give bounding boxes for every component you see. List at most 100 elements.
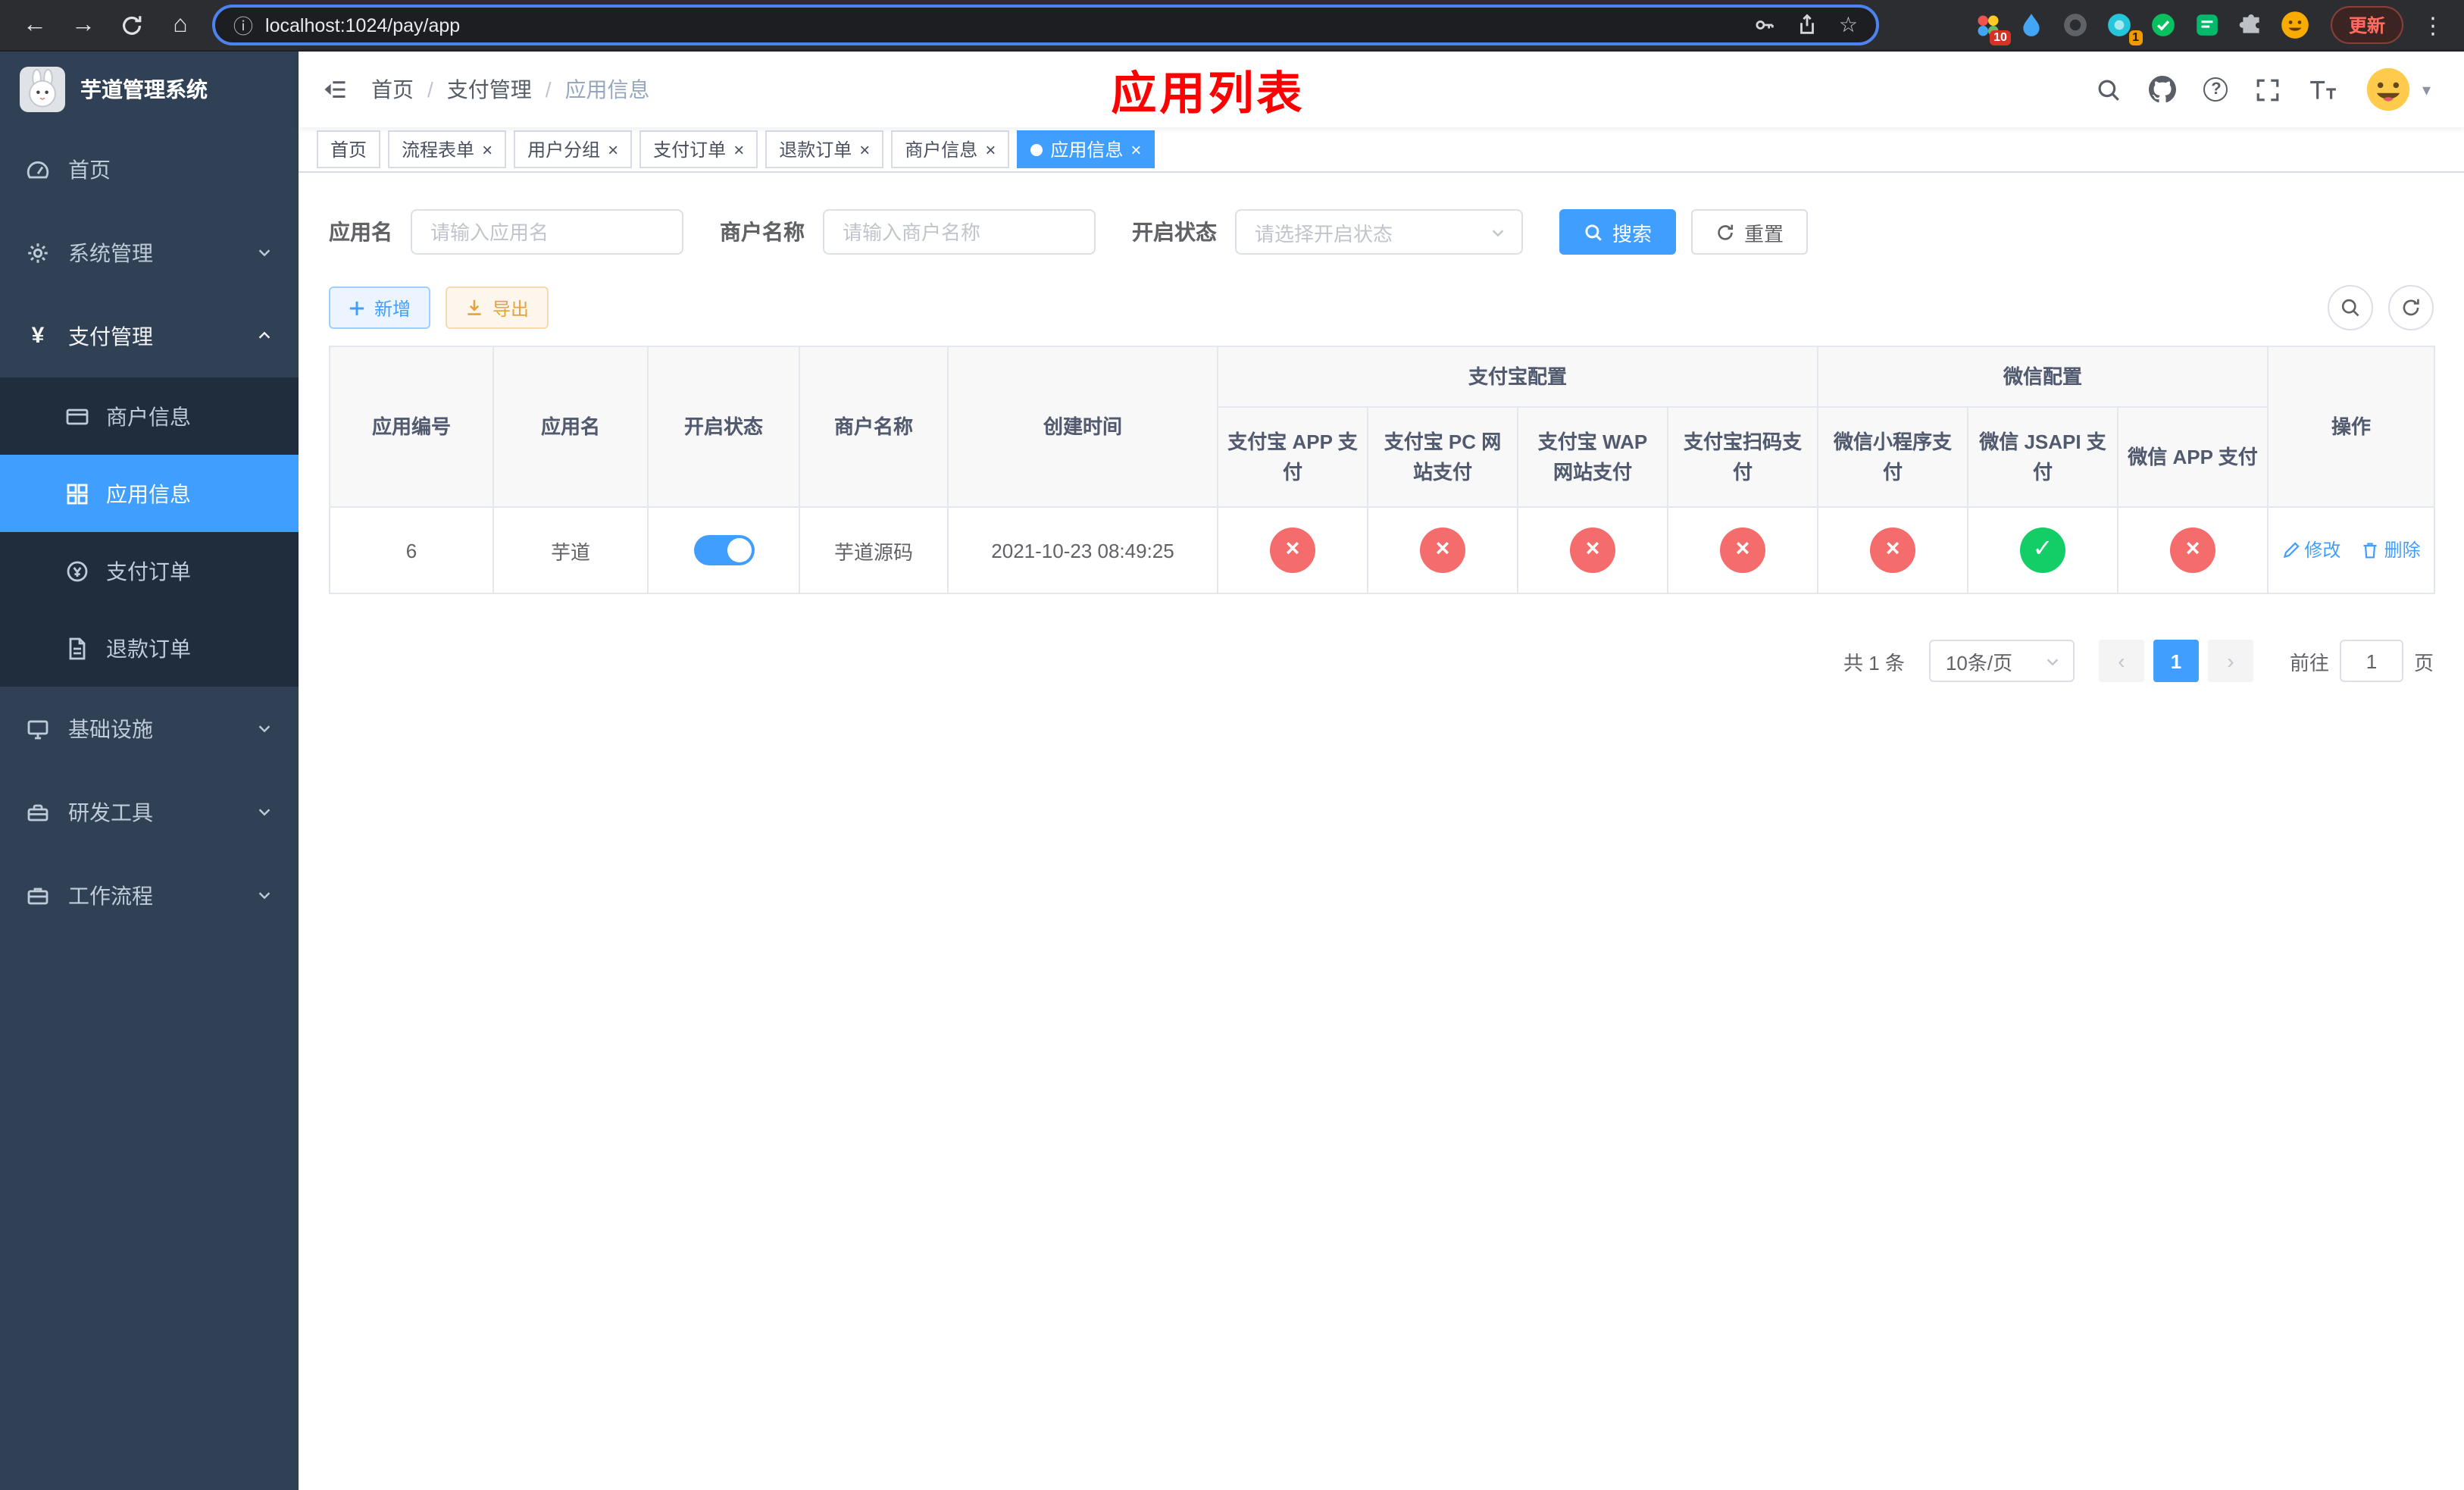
sidebar-item-label: 应用信息 bbox=[106, 481, 191, 506]
user-avatar-menu[interactable]: ▾ bbox=[2351, 67, 2446, 112]
cell-alipay-app: × bbox=[1217, 506, 1368, 594]
reset-button[interactable]: 重置 bbox=[1691, 209, 1809, 255]
delete-button[interactable]: 删除 bbox=[2362, 537, 2421, 563]
extension-dark-icon[interactable] bbox=[2061, 10, 2091, 40]
blue-drop-icon bbox=[2024, 14, 2040, 36]
tab-process-form[interactable]: 流程表单 × bbox=[388, 130, 507, 168]
table-row: 6 芋道 芋道源码 2021-10-23 08:49:25 × × × × × … bbox=[329, 506, 2436, 594]
header-search-button[interactable] bbox=[2083, 52, 2136, 127]
forward-button[interactable]: → bbox=[64, 5, 103, 45]
tab-close-icon[interactable]: × bbox=[733, 140, 744, 158]
extension-blue-icon[interactable] bbox=[2017, 10, 2047, 40]
page-number-button[interactable]: 1 bbox=[2153, 640, 2199, 682]
briefcase-icon bbox=[26, 883, 50, 907]
sidebar-item-home[interactable]: 首页 bbox=[0, 127, 299, 211]
toggle-search-button[interactable] bbox=[2328, 285, 2373, 330]
cross-circle-icon: × bbox=[1270, 527, 1315, 573]
help-button[interactable]: ? bbox=[2190, 52, 2242, 127]
goto-page-input[interactable] bbox=[2339, 640, 2403, 682]
reload-button[interactable] bbox=[112, 5, 152, 45]
app-name-input[interactable] bbox=[411, 209, 683, 255]
dark-circle-icon bbox=[2065, 14, 2087, 36]
github-link[interactable] bbox=[2136, 52, 2190, 127]
tab-close-icon[interactable]: × bbox=[482, 140, 492, 158]
font-size-icon bbox=[2311, 80, 2337, 99]
sidebar-logo[interactable]: 芋道管理系统 bbox=[0, 52, 299, 127]
merchant-name-label: 商户名称 bbox=[720, 220, 805, 244]
extension-teal-icon[interactable]: 1 bbox=[2105, 10, 2143, 45]
site-info-icon[interactable]: ⓘ bbox=[233, 11, 253, 39]
browser-profile-avatar[interactable] bbox=[2281, 10, 2311, 40]
tab-pay-orders[interactable]: 支付订单 × bbox=[639, 130, 758, 168]
font-size-button[interactable] bbox=[2295, 52, 2351, 127]
sidebar-item-payment[interactable]: ¥ 支付管理 bbox=[0, 294, 299, 377]
refresh-table-button[interactable] bbox=[2388, 285, 2434, 330]
sidebar-item-pay-orders[interactable]: 支付订单 bbox=[0, 532, 299, 609]
sidebar-item-dev-tools[interactable]: 研发工具 bbox=[0, 770, 299, 853]
breadcrumb-section[interactable]: 支付管理 bbox=[447, 74, 532, 105]
sidebar-item-system[interactable]: 系统管理 bbox=[0, 211, 299, 294]
password-key-icon[interactable] bbox=[1754, 14, 1777, 36]
share-icon[interactable] bbox=[1796, 14, 1819, 36]
tab-close-icon[interactable]: × bbox=[985, 140, 996, 158]
tab-refund-orders[interactable]: 退款订单 × bbox=[765, 130, 884, 168]
back-button[interactable]: ← bbox=[15, 5, 55, 45]
extension-colorful-icon[interactable]: 10 bbox=[1973, 10, 2011, 45]
document-icon bbox=[65, 636, 89, 660]
status-select[interactable]: 请选择开启状态 bbox=[1235, 209, 1523, 255]
merchant-name-input[interactable] bbox=[823, 209, 1096, 255]
extensions-puzzle-icon[interactable] bbox=[2237, 10, 2267, 40]
fold-icon bbox=[324, 81, 346, 98]
search-button[interactable]: 搜索 bbox=[1559, 209, 1677, 255]
col-actions: 操作 bbox=[2267, 346, 2436, 508]
browser-menu-icon[interactable]: ⋮ bbox=[2417, 11, 2449, 39]
col-created-at: 创建时间 bbox=[947, 346, 1218, 508]
sidebar-item-app-info[interactable]: 应用信息 bbox=[0, 455, 299, 532]
tab-close-icon[interactable]: × bbox=[1130, 140, 1141, 158]
bookmark-star-icon[interactable]: ☆ bbox=[1839, 12, 1858, 38]
sidebar-item-infrastructure[interactable]: 基础设施 bbox=[0, 687, 299, 770]
logo-rabbit-icon bbox=[20, 67, 65, 112]
url-text: localhost:1024/pay/app bbox=[265, 14, 461, 36]
col-group-alipay: 支付宝配置 bbox=[1216, 346, 1819, 408]
sidebar-item-workflow[interactable]: 工作流程 bbox=[0, 853, 299, 937]
extension-badge-one: 1 bbox=[2128, 30, 2143, 45]
edit-button[interactable]: 修改 bbox=[2281, 537, 2340, 563]
url-bar[interactable]: ⓘ localhost:1024/pay/app ☆ bbox=[212, 5, 1879, 45]
next-page-button[interactable]: › bbox=[2207, 640, 2253, 682]
tab-merchant-info[interactable]: 商户信息 × bbox=[891, 130, 1010, 168]
tab-close-icon[interactable]: × bbox=[608, 140, 618, 158]
tab-close-icon[interactable]: × bbox=[859, 140, 870, 158]
home-button[interactable]: ⌂ bbox=[161, 5, 200, 45]
chrome-update-button[interactable]: 更新 bbox=[2330, 6, 2403, 44]
col-wechat-jsapi: 微信 JSAPI 支付 bbox=[1967, 406, 2119, 508]
tab-user-group[interactable]: 用户分组 × bbox=[514, 130, 633, 168]
sidebar-item-merchant-info[interactable]: 商户信息 bbox=[0, 377, 299, 455]
col-alipay-pc: 支付宝 PC 网站支付 bbox=[1367, 406, 1518, 508]
breadcrumb-separator: / bbox=[545, 77, 552, 102]
page-size-select[interactable]: 10条/页 bbox=[1928, 640, 2075, 682]
tab-app-info[interactable]: 应用信息 × bbox=[1017, 130, 1155, 168]
sidebar-collapse-button[interactable] bbox=[299, 52, 371, 127]
monitor-icon bbox=[26, 716, 50, 740]
annotation-app-list: 应用列表 bbox=[1111, 70, 1305, 120]
breadcrumb-current: 应用信息 bbox=[564, 77, 650, 102]
dashboard-icon bbox=[26, 157, 50, 181]
status-label: 开启状态 bbox=[1132, 220, 1217, 244]
col-wechat-mini: 微信小程序支付 bbox=[1817, 406, 1969, 508]
extension-green-square-icon[interactable] bbox=[2193, 10, 2223, 40]
sidebar-item-refund-orders[interactable]: 退款订单 bbox=[0, 609, 299, 687]
cell-wechat-jsapi: ✓ bbox=[1967, 506, 2119, 594]
status-toggle-on[interactable] bbox=[693, 535, 754, 565]
tab-label: 首页 bbox=[330, 139, 367, 161]
trash-icon bbox=[2364, 542, 2378, 559]
cross-circle-icon: × bbox=[1870, 527, 1916, 573]
extension-green-circle-icon[interactable] bbox=[2149, 10, 2179, 40]
export-button[interactable]: 导出 bbox=[446, 286, 549, 329]
tab-home[interactable]: 首页 bbox=[317, 130, 381, 168]
prev-page-button[interactable]: ‹ bbox=[2098, 640, 2144, 682]
cross-circle-icon: × bbox=[1720, 527, 1765, 573]
breadcrumb-home[interactable]: 首页 bbox=[371, 74, 414, 105]
fullscreen-button[interactable] bbox=[2242, 52, 2295, 127]
add-button[interactable]: 新增 bbox=[329, 286, 431, 329]
